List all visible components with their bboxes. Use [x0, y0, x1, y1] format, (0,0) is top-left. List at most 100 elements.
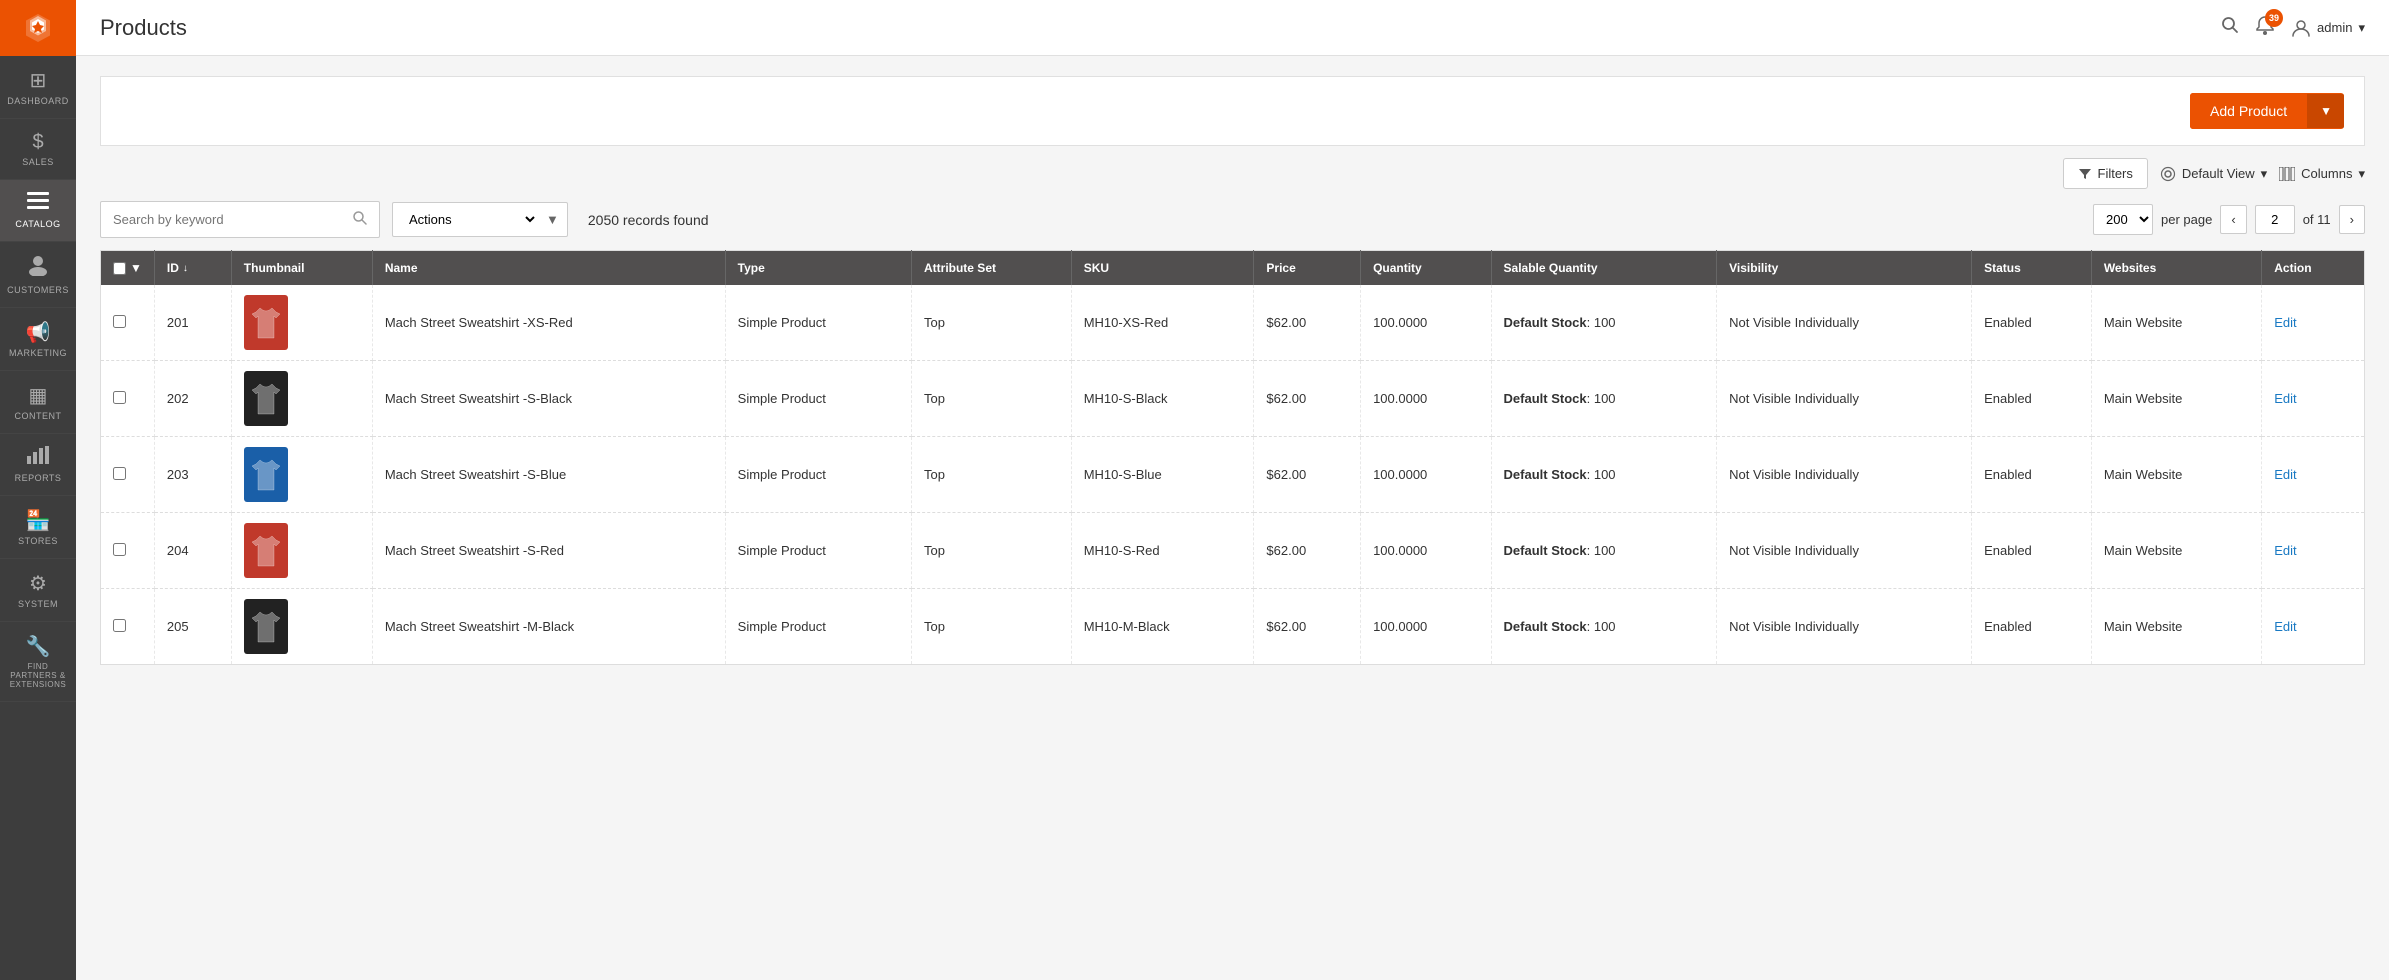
row-checkbox[interactable]: [113, 619, 126, 632]
sidebar-item-customers[interactable]: CUSTOMERS: [0, 242, 76, 308]
cell-websites: Main Website: [2091, 513, 2261, 589]
current-page-input[interactable]: [2255, 205, 2295, 234]
view-label: Default View: [2182, 166, 2255, 181]
sidebar-item-content[interactable]: ▦ CONTENT: [0, 371, 76, 434]
sidebar-item-marketing[interactable]: 📢 MARKETING: [0, 308, 76, 371]
topbar: Products 39 admin: [76, 0, 2389, 56]
row-checkbox[interactable]: [113, 467, 126, 480]
sidebar-item-system[interactable]: ⚙ SYSTEM: [0, 559, 76, 622]
cell-salable-quantity: Default Stock: 100: [1491, 513, 1717, 589]
select-all-checkbox[interactable]: [113, 262, 126, 275]
cell-type: Simple Product: [725, 361, 911, 437]
add-product-button[interactable]: Add Product ▼: [2190, 93, 2344, 129]
search-icon[interactable]: [352, 210, 367, 229]
sidebar-item-find-partners[interactable]: 🔧 FIND PARTNERS & EXTENSIONS: [0, 622, 76, 702]
th-salable-quantity: Salable Quantity: [1491, 251, 1717, 286]
action-bar-top: Add Product ▼: [100, 76, 2365, 146]
filters-button[interactable]: Filters: [2063, 158, 2148, 189]
sidebar-item-catalog[interactable]: CATALOG: [0, 180, 76, 242]
products-tbody: 201 Mach Street Sweatshirt -XS-Red Simpl…: [101, 285, 2365, 665]
cell-price: $62.00: [1254, 437, 1361, 513]
th-status: Status: [1972, 251, 2092, 286]
cell-websites: Main Website: [2091, 589, 2261, 665]
search-actions-row: Actions Delete Change Status Update Attr…: [100, 201, 2365, 238]
cell-attribute-set: Top: [911, 589, 1071, 665]
cell-name: Mach Street Sweatshirt -S-Black: [372, 361, 725, 437]
actions-select[interactable]: Actions Delete Change Status Update Attr…: [393, 203, 538, 236]
cell-quantity: 100.0000: [1361, 285, 1491, 361]
marketing-icon: 📢: [26, 320, 51, 345]
view-button[interactable]: Default View ▾: [2160, 166, 2267, 182]
actions-dropdown[interactable]: Actions Delete Change Status Update Attr…: [392, 202, 568, 237]
add-product-dropdown-arrow[interactable]: ▼: [2307, 94, 2344, 128]
row-checkbox[interactable]: [113, 543, 126, 556]
cell-salable-quantity: Default Stock: 100: [1491, 437, 1717, 513]
sidebar-item-stores[interactable]: 🏪 STORES: [0, 496, 76, 559]
th-action: Action: [2262, 251, 2365, 286]
cell-checkbox: [101, 589, 155, 665]
cell-price: $62.00: [1254, 285, 1361, 361]
per-page-select[interactable]: 20 30 50 100 200: [2093, 204, 2153, 235]
sidebar-item-reports[interactable]: REPORTS: [0, 434, 76, 496]
sidebar: ⊞ DASHBOARD $ SALES CATALOG CUSTOMERS 📢 …: [0, 0, 76, 980]
cell-visibility: Not Visible Individually: [1717, 437, 1972, 513]
edit-link[interactable]: Edit: [2274, 619, 2296, 634]
reports-icon: [27, 446, 49, 470]
sidebar-item-label: FIND PARTNERS & EXTENSIONS: [4, 662, 72, 689]
edit-link[interactable]: Edit: [2274, 315, 2296, 330]
cell-price: $62.00: [1254, 361, 1361, 437]
cell-type: Simple Product: [725, 437, 911, 513]
cell-name: Mach Street Sweatshirt -XS-Red: [372, 285, 725, 361]
cell-salable-quantity: Default Stock: 100: [1491, 361, 1717, 437]
th-name: Name: [372, 251, 725, 286]
sidebar-item-dashboard[interactable]: ⊞ DASHBOARD: [0, 56, 76, 119]
logo[interactable]: [0, 0, 76, 56]
cell-quantity: 100.0000: [1361, 589, 1491, 665]
sidebar-item-sales[interactable]: $ SALES: [0, 119, 76, 180]
products-table: ▼ ID ↓ Thumbnail Name Type Attribute Set…: [100, 250, 2365, 665]
th-checkbox-dropdown[interactable]: ▼: [130, 261, 142, 275]
cell-websites: Main Website: [2091, 361, 2261, 437]
cell-name: Mach Street Sweatshirt -S-Red: [372, 513, 725, 589]
catalog-icon: [27, 192, 49, 216]
row-checkbox[interactable]: [113, 391, 126, 404]
system-icon: ⚙: [29, 571, 47, 596]
sales-icon: $: [32, 131, 43, 154]
search-icon[interactable]: [2221, 16, 2239, 39]
prev-page-button[interactable]: ‹: [2220, 205, 2246, 234]
cell-salable-quantity: Default Stock: 100: [1491, 589, 1717, 665]
cell-quantity: 100.0000: [1361, 361, 1491, 437]
cell-quantity: 100.0000: [1361, 437, 1491, 513]
view-dropdown-icon: ▾: [2261, 166, 2268, 182]
th-id[interactable]: ID ↓: [154, 251, 231, 286]
records-count: 2050 records found: [588, 212, 709, 228]
cell-status: Enabled: [1972, 285, 2092, 361]
cell-websites: Main Website: [2091, 437, 2261, 513]
cell-type: Simple Product: [725, 589, 911, 665]
columns-button[interactable]: Columns ▾: [2279, 166, 2365, 182]
cell-status: Enabled: [1972, 361, 2092, 437]
table-row: 203 Mach Street Sweatshirt -S-Blue Simpl…: [101, 437, 2365, 513]
cell-id: 203: [154, 437, 231, 513]
admin-dropdown-icon: ▾: [2358, 20, 2365, 36]
admin-menu-button[interactable]: admin ▾: [2291, 18, 2365, 38]
edit-link[interactable]: Edit: [2274, 467, 2296, 482]
table-header-row: ▼ ID ↓ Thumbnail Name Type Attribute Set…: [101, 251, 2365, 286]
next-page-button[interactable]: ›: [2339, 205, 2365, 234]
sidebar-item-label: REPORTS: [15, 473, 62, 483]
row-checkbox[interactable]: [113, 315, 126, 328]
th-checkbox: ▼: [101, 251, 155, 286]
notifications-button[interactable]: 39: [2255, 15, 2275, 40]
per-page-dropdown[interactable]: 20 30 50 100 200: [2094, 205, 2152, 234]
edit-link[interactable]: Edit: [2274, 391, 2296, 406]
th-price: Price: [1254, 251, 1361, 286]
cell-sku: MH10-S-Red: [1071, 513, 1254, 589]
table-row: 205 Mach Street Sweatshirt -M-Black Simp…: [101, 589, 2365, 665]
edit-link[interactable]: Edit: [2274, 543, 2296, 558]
columns-dropdown-icon: ▾: [2358, 166, 2365, 182]
search-input[interactable]: [113, 212, 352, 227]
sidebar-item-label: CONTENT: [15, 411, 62, 421]
th-quantity: Quantity: [1361, 251, 1491, 286]
cell-thumbnail: [231, 589, 372, 665]
cell-sku: MH10-S-Blue: [1071, 437, 1254, 513]
